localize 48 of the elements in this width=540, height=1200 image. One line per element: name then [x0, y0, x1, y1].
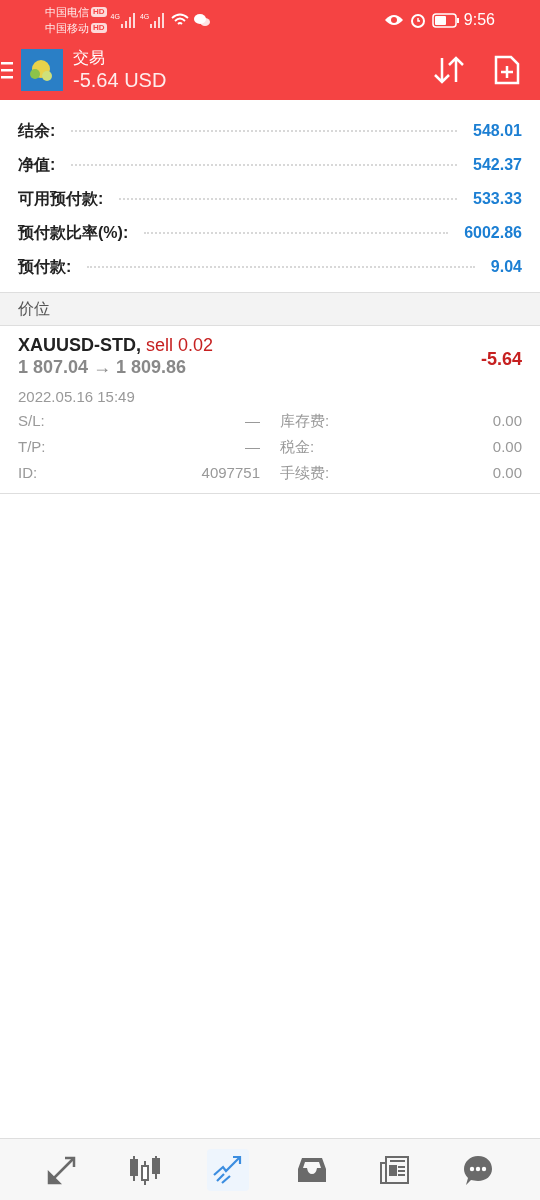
signal-icon	[149, 12, 166, 28]
open-time: 2022.05.16 15:49	[18, 387, 136, 407]
sort-icon[interactable]	[432, 55, 466, 85]
summary-value: 6002.86	[464, 223, 522, 243]
carrier-name: 中国电信	[45, 5, 89, 20]
chat-bubbles-icon	[193, 13, 212, 27]
detail-value: —	[245, 411, 260, 432]
detail-value: 0.00	[492, 411, 522, 432]
nav-tab[interactable]	[207, 1148, 250, 1191]
summary-label: 预付款:	[18, 257, 72, 277]
price-change: 1 807.04 → 1 809.86	[18, 356, 188, 378]
summary-value: 548.01	[473, 121, 522, 141]
detail-label: 库存费:	[280, 411, 330, 432]
detail-value: 4097751	[201, 463, 260, 484]
hd-badge: HD	[91, 7, 107, 17]
detail-label: 手续费:	[280, 463, 330, 484]
detail-label: 税金:	[280, 437, 315, 458]
detail-value: —	[245, 437, 260, 458]
new-document-icon[interactable]	[494, 55, 520, 85]
detail-label: S/L:	[18, 411, 45, 432]
clock-time: 9:56	[463, 10, 495, 30]
carrier-name: 中国移动	[45, 21, 89, 36]
detail-value: 0.00	[492, 463, 522, 484]
menu-icon[interactable]	[1, 60, 13, 80]
summary-label: 可用预付款:	[18, 189, 104, 209]
page-title: 交易	[73, 47, 106, 68]
alarm-icon	[409, 12, 426, 28]
summary-label: 净值:	[18, 155, 56, 175]
wifi-icon	[171, 13, 190, 27]
app-logo-icon	[21, 49, 63, 91]
hd-badge: HD	[91, 23, 107, 33]
section-title: 价位	[18, 299, 50, 319]
position-profit: -5.64	[480, 348, 522, 371]
summary-label: 结余:	[18, 121, 56, 141]
symbol: XAUUSD-STD,	[18, 334, 141, 356]
eye-icon	[383, 13, 404, 27]
summary-value: 533.33	[473, 189, 522, 209]
summary-value: 9.04	[490, 257, 522, 277]
signal-icon	[119, 12, 136, 28]
detail-value: 0.00	[492, 437, 522, 458]
summary-value: 542.37	[473, 155, 522, 175]
detail-label: T/P:	[18, 437, 46, 458]
order-side: sell 0.02	[146, 334, 214, 356]
summary-label: 预付款比率(%):	[18, 223, 129, 243]
detail-label: ID:	[18, 463, 38, 484]
battery-icon	[431, 12, 460, 28]
account-profit: -5.64 USD	[73, 67, 167, 93]
position-card[interactable]: XAUUSD-STD, sell 0.02 1 807.04 → 1 809.86 -5.64 2022.05.16 15:49 S/L: — 库存费: 0.00 T/P: — 税金: 0.00 ID: 4097751 手续费: 0.00	[0, 326, 540, 494]
